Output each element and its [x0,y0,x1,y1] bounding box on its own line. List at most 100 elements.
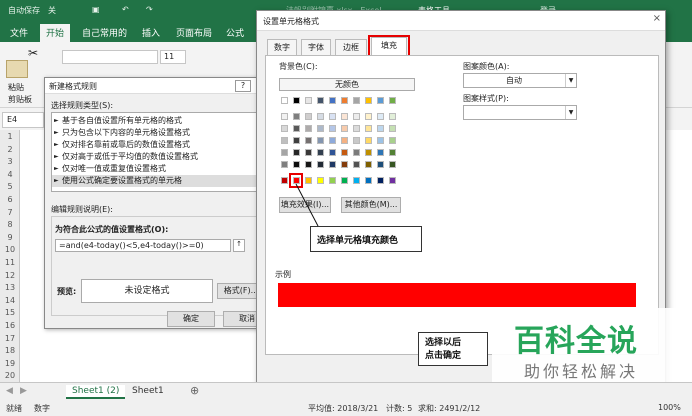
color-swatch[interactable] [365,97,372,104]
color-swatch[interactable] [329,125,336,132]
row-header[interactable]: 14 [0,296,20,305]
color-swatch[interactable] [365,137,372,144]
color-swatch[interactable] [305,125,312,132]
tab-font[interactable]: 字体 [301,39,331,55]
color-swatch[interactable] [389,113,396,120]
rule-type-item[interactable]: 只为包含以下内容的单元格设置格式 [52,127,272,139]
close-icon[interactable]: × [653,13,661,24]
pattern-style-select[interactable]: ▼ [463,105,577,120]
color-swatch[interactable] [329,97,336,104]
pattern-color-select[interactable]: 自动 ▼ [463,73,577,88]
color-swatch[interactable] [305,149,312,156]
tab-file[interactable]: 文件 [10,26,28,39]
next-sheet-icon[interactable]: ▶ [20,386,27,396]
color-swatch[interactable] [353,161,360,168]
color-swatch[interactable] [365,149,372,156]
color-swatch[interactable] [293,113,300,120]
color-swatch[interactable] [353,149,360,156]
color-swatch[interactable] [389,125,396,132]
paste-button[interactable]: 粘贴 [8,82,24,93]
row-header[interactable]: 5 [0,182,20,191]
row-header[interactable]: 10 [0,245,20,254]
row-header[interactable]: 8 [0,220,20,229]
color-swatch[interactable] [305,113,312,120]
color-swatch[interactable] [293,137,300,144]
color-swatch[interactable] [389,161,396,168]
color-swatch[interactable] [389,97,396,104]
name-box[interactable]: E4 [2,112,44,128]
no-color-button[interactable]: 无颜色 [279,78,415,91]
color-swatch[interactable] [317,161,324,168]
color-swatch[interactable] [293,97,300,104]
color-swatch[interactable] [329,137,336,144]
color-swatch[interactable] [317,97,324,104]
color-swatch[interactable] [317,149,324,156]
rule-type-item[interactable]: 仅对高于或低于平均值的数值设置格式 [52,151,272,163]
color-swatch[interactable] [353,177,360,184]
formula-input[interactable]: =and(e4-today()<5,e4-today()>=0) [55,239,231,252]
color-swatch[interactable] [305,137,312,144]
color-swatch[interactable] [341,97,348,104]
sheet-tab[interactable]: Sheet1 (2) [66,385,126,399]
tab-custom[interactable]: 自己常用的 [82,26,127,39]
font-size-combo[interactable]: 11 [160,50,186,64]
rule-type-item[interactable]: 仅对排名靠前或靠后的数值设置格式 [52,139,272,151]
row-header[interactable]: 17 [0,334,20,343]
color-swatch[interactable] [377,113,384,120]
row-header[interactable]: 6 [0,195,20,204]
tab-insert[interactable]: 插入 [142,26,160,39]
color-swatch[interactable] [329,161,336,168]
color-swatch[interactable] [281,149,288,156]
rule-type-item[interactable]: 仅对唯一值或重复值设置格式 [52,163,272,175]
paste-icon[interactable] [6,60,28,78]
row-header[interactable]: 16 [0,321,20,330]
row-header[interactable]: 1 [0,132,20,141]
tab-home[interactable]: 开始 [40,24,71,42]
color-swatch[interactable] [353,113,360,120]
color-swatch[interactable] [353,97,360,104]
color-swatch[interactable] [293,125,300,132]
font-name-combo[interactable] [62,50,158,64]
color-swatch[interactable] [377,177,384,184]
save-icon[interactable]: ▣ [92,5,100,14]
more-colors-button[interactable]: 其他颜色(M)... [341,197,401,213]
color-swatch[interactable] [377,149,384,156]
color-swatch[interactable] [389,137,396,144]
color-swatch[interactable] [377,137,384,144]
color-swatch[interactable] [329,113,336,120]
color-swatch[interactable] [353,125,360,132]
rule-type-item[interactable]: 基于各自值设置所有单元格的格式 [52,115,272,127]
color-swatch[interactable] [389,149,396,156]
row-header[interactable]: 4 [0,170,20,179]
autosave-state[interactable]: 关 [48,5,56,16]
color-swatch[interactable] [317,113,324,120]
row-header[interactable]: 3 [0,157,20,166]
color-swatch[interactable] [365,161,372,168]
zoom-level[interactable]: 100% [658,403,681,412]
color-swatch[interactable] [329,177,336,184]
row-header[interactable]: 9 [0,233,20,242]
color-swatch[interactable] [293,149,300,156]
rule-type-list[interactable]: 基于各自值设置所有单元格的格式 只为包含以下内容的单元格设置格式 仅对排名靠前或… [51,112,273,192]
color-swatch[interactable] [293,161,300,168]
row-header[interactable]: 15 [0,308,20,317]
color-swatch[interactable] [305,161,312,168]
row-header[interactable]: 7 [0,208,20,217]
color-swatch[interactable] [305,97,312,104]
color-swatch[interactable] [317,125,324,132]
tab-page-layout[interactable]: 页面布局 [176,26,212,39]
color-swatch[interactable] [281,125,288,132]
color-swatch[interactable] [281,161,288,168]
redo-icon[interactable]: ↷ [146,5,153,14]
color-swatch[interactable] [281,97,288,104]
row-header[interactable]: 11 [0,258,20,267]
prev-sheet-icon[interactable]: ◀ [6,386,13,396]
color-swatch[interactable] [341,177,348,184]
color-swatch[interactable] [389,177,396,184]
color-swatch[interactable] [281,113,288,120]
rule-type-item-selected[interactable]: 使用公式确定要设置格式的单元格 [52,175,272,187]
ok-button[interactable]: 确定 [167,311,215,327]
color-swatch[interactable] [317,137,324,144]
row-header[interactable]: 13 [0,283,20,292]
undo-icon[interactable]: ↶ [122,5,129,14]
